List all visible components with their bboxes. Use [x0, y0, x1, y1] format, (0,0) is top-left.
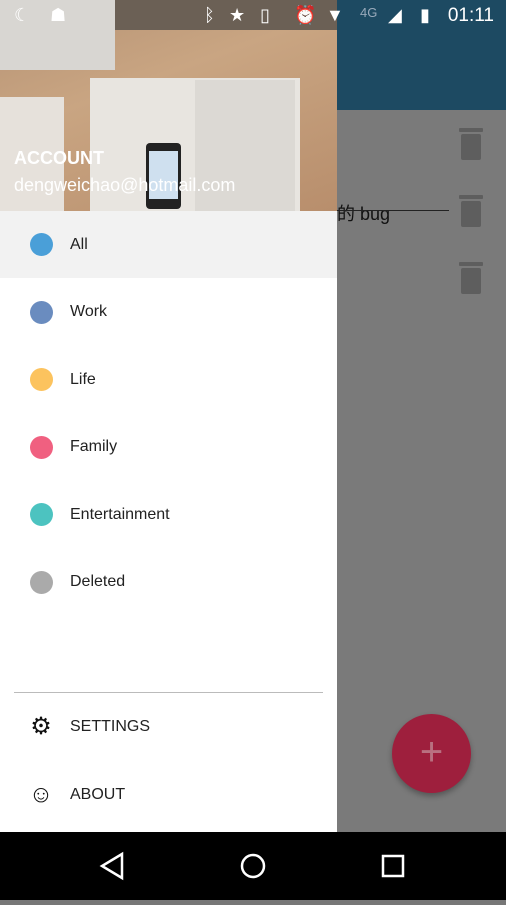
signal-icon: ◢	[388, 5, 402, 25]
category-label: Deleted	[70, 573, 126, 590]
category-color-dot	[30, 300, 53, 324]
gear-icon: ⚙	[30, 713, 52, 740]
status-bar: ☾ ☗ ᛒ ★ ▯ ⏰ ▼ 4G ◢ ▮ 01:11	[0, 0, 506, 33]
account-email: dengweichao@hotmail.com	[14, 175, 236, 195]
category-item-entertainment[interactable]: Entertainment	[0, 481, 337, 548]
delete-icon[interactable]	[459, 262, 483, 294]
category-item-work[interactable]: Work	[0, 279, 337, 346]
home-icon[interactable]	[240, 853, 266, 879]
vibrate-icon: ▯	[260, 5, 270, 25]
category-color-dot	[30, 570, 53, 594]
recents-icon[interactable]	[381, 854, 405, 878]
bluetooth-icon: ᛒ	[204, 5, 215, 25]
delete-icon[interactable]	[459, 195, 483, 227]
add-note-button[interactable]: +	[392, 714, 471, 793]
note-text[interactable]: 的 bug	[337, 200, 390, 226]
category-label: Life	[70, 370, 96, 388]
wifi-icon: ▼	[326, 5, 344, 25]
android-icon: ☗	[50, 5, 67, 25]
smiley-icon: ☺	[28, 780, 54, 808]
category-label: All	[70, 235, 88, 253]
back-icon[interactable]	[99, 851, 124, 881]
settings-item[interactable]: ⚙ SETTINGS	[0, 693, 337, 760]
star-icon: ★	[229, 5, 246, 25]
account-label: ACCOUNT	[14, 148, 104, 168]
strikethrough-line	[337, 210, 449, 211]
category-item-deleted[interactable]: Deleted	[0, 549, 337, 616]
navigation-bar	[0, 832, 506, 900]
category-label: Entertainment	[70, 505, 170, 523]
category-item-all[interactable]: All	[0, 211, 337, 278]
category-label: Family	[70, 438, 118, 455]
category-item-life[interactable]: Life	[0, 346, 337, 413]
about-item[interactable]: ☺ ABOUT	[0, 761, 337, 828]
category-color-dot	[30, 503, 53, 526]
network-type: 4G	[360, 5, 378, 20]
moon-icon: ☾	[14, 5, 31, 25]
category-color-dot	[30, 233, 53, 256]
alarm-icon: ⏰	[294, 5, 317, 25]
about-label: ABOUT	[70, 785, 126, 803]
category-color-dot	[30, 368, 53, 391]
clock: 01:11	[447, 5, 494, 26]
category-color-dot	[30, 435, 53, 459]
category-item-family[interactable]: Family	[0, 414, 337, 481]
delete-icon[interactable]	[459, 128, 483, 160]
battery-charging-icon: ▮	[420, 5, 430, 25]
settings-label: SETTINGS	[70, 717, 151, 735]
category-label: Work	[70, 303, 108, 320]
navigation-drawer: ACCOUNT dengweichao@hotmail.com All Work L…	[0, 0, 337, 832]
